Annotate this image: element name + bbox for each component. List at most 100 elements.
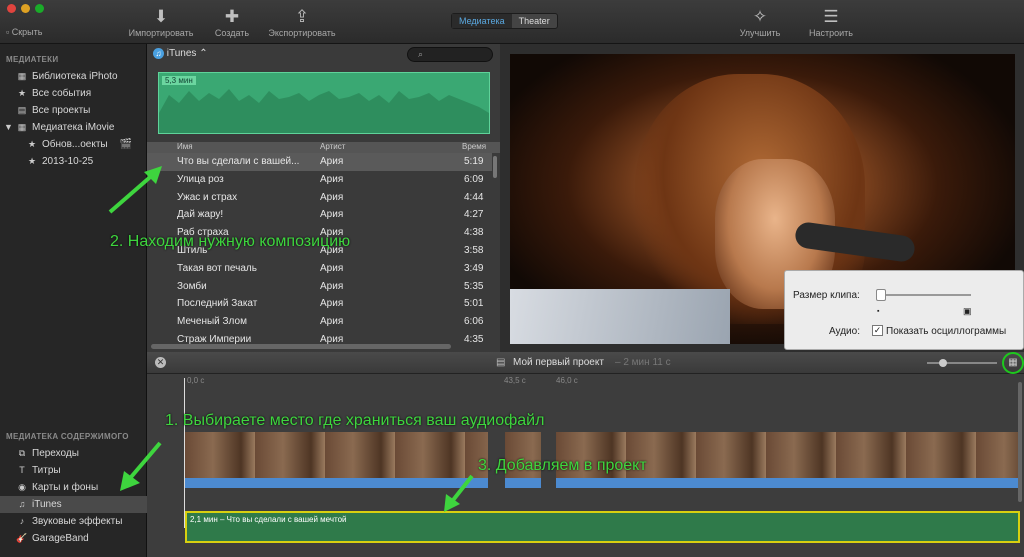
sidebar-item-imovie-library[interactable]: ▼ ▦ Медиатека iMovie (0, 119, 147, 136)
vertical-scrollbar[interactable] (493, 156, 497, 178)
music-track[interactable]: 2,1 мин – Что вы сделали с вашей мечтой (185, 511, 1020, 543)
column-time[interactable]: Время (462, 142, 486, 151)
minimize-window-button[interactable] (21, 4, 30, 13)
transitions-icon: ⧉ (18, 448, 26, 458)
sidebar-item-iphoto[interactable]: ▦ Библиотека iPhoto (0, 68, 147, 85)
song-name: Дай жару! (177, 209, 224, 221)
sidebar-item-garageband[interactable]: 🎸 GarageBand (0, 530, 147, 547)
clip-size-label: Размер клипа: (793, 290, 860, 301)
song-name: Улица роз (177, 173, 224, 185)
create-button[interactable]: ✚ Создать (211, 6, 253, 38)
sidebar-item-all-projects[interactable]: ▤ Все проекты (0, 102, 147, 119)
song-name: Последний Закат (177, 298, 258, 310)
timecode-43: 43,5 с (504, 376, 526, 385)
selected-song-waveform[interactable]: 5,3 мин (158, 72, 490, 134)
annotation-step-3: 3. Добавляем в проект (478, 457, 647, 474)
arrow-step-3 (444, 474, 474, 512)
sidebar-item-all-events[interactable]: ★ Все события (0, 85, 147, 102)
song-time: 6:06 (464, 316, 484, 328)
plus-icon: ✚ (224, 7, 240, 26)
improve-button[interactable]: ✧ Улучшить (736, 6, 784, 38)
song-artist: Ария (320, 262, 344, 274)
sidebar-item-updated-projects[interactable]: ★ Обнов...оекты 🎬 (0, 136, 147, 153)
waveform-checkbox-label: Показать осциллограммы (886, 326, 1007, 337)
large-thumb-icon: ▣ (963, 306, 972, 316)
project-title: Мой первый проект (513, 357, 604, 368)
itunes-icon: ♫ (153, 48, 164, 59)
song-row[interactable]: Такая вот печаль Ария 3:49 (147, 260, 492, 278)
clip-size-slider[interactable] (876, 289, 971, 301)
timeline-header: ✕ ▤ Мой первый проект – 2 мин 11 с ▦ (147, 352, 1024, 374)
small-thumb-icon: ▪ (877, 308, 880, 315)
zoom-window-button[interactable] (35, 4, 44, 13)
sidebar-item-itunes[interactable]: ♫ iTunes (0, 496, 147, 513)
itunes-icon: ♫ (18, 499, 26, 509)
import-button[interactable]: ⬇ Импортировать (128, 6, 194, 38)
view-switcher: Медиатека Theater (451, 13, 558, 29)
events-icon: ★ (17, 88, 27, 98)
star-icon: ★ (27, 156, 37, 166)
clip-audio-2 (505, 478, 541, 488)
libraries-header: МЕДИАТЕКИ (6, 55, 59, 64)
project-icon: ▤ (496, 357, 506, 368)
song-artist: Ария (320, 156, 344, 167)
titles-icon: T (19, 465, 25, 475)
export-button[interactable]: ⇪ Экспортировать (266, 6, 338, 38)
song-name: Что вы сделали с вашей... (177, 156, 300, 167)
song-row[interactable]: Улица роз Ария 6:09 (147, 171, 492, 189)
search-icon: ⌕ (418, 49, 424, 59)
photo-library-icon: ▦ (17, 71, 27, 81)
zoom-slider-thumb[interactable] (939, 359, 947, 367)
song-row[interactable]: Зомби Ария 5:35 (147, 278, 492, 296)
timeline-scrollbar[interactable] (1018, 382, 1022, 502)
column-name[interactable]: Имя (177, 142, 193, 151)
column-artist[interactable]: Артист (320, 142, 345, 151)
star-icon: ★ (27, 139, 37, 149)
projects-icon: ▤ (17, 105, 27, 115)
song-time: 4:38 (464, 227, 484, 239)
media-browser: ♫ iTunes ⌃ ⌕ 5,3 мин Имя Артист Время Чт… (147, 44, 500, 352)
song-row[interactable]: Меченый Злом Ария 6:06 (147, 313, 492, 331)
song-time: 5:19 (464, 156, 484, 167)
timeline: ✕ ▤ Мой первый проект – 2 мин 11 с ▦ 0,0… (147, 352, 1024, 557)
song-time: 3:58 (464, 245, 484, 256)
source-selector[interactable]: ♫ iTunes ⌃ (153, 48, 208, 59)
tab-theater[interactable]: Theater (512, 14, 557, 28)
song-time: 5:01 (464, 298, 484, 310)
song-name: Такая вот печаль (177, 262, 257, 274)
song-artist: Ария (320, 191, 344, 203)
download-icon: ⬇ (153, 7, 169, 26)
sound-effects-icon: ♪ (19, 516, 25, 526)
tab-library[interactable]: Медиатека (452, 14, 512, 28)
song-artist: Ария (320, 173, 344, 185)
content-library-header: МЕДИАТЕКА СОДЕРЖИМОГО (6, 432, 129, 441)
horizontal-scrollbar[interactable] (151, 344, 451, 349)
song-time: 4:35 (464, 334, 484, 345)
clip-settings-button[interactable]: ▦ (1002, 352, 1024, 374)
sidebar-item-sound-effects[interactable]: ♪ Звуковые эффекты (0, 513, 147, 530)
arrow-step-1 (120, 441, 162, 491)
annotation-step-2: 2. Находим нужную композицию (110, 233, 351, 250)
song-row[interactable]: Ужас и страх Ария 4:44 (147, 189, 492, 207)
close-icon[interactable]: ✕ (155, 357, 166, 368)
zoom-slider[interactable] (927, 359, 997, 367)
search-input[interactable]: ⌕ (407, 47, 493, 62)
song-row[interactable]: Что вы сделали с вашей... Ария 5:19 (147, 153, 492, 171)
hide-button[interactable]: ▫ Скрыть (6, 27, 42, 37)
disclosure-triangle-icon[interactable]: ▼ (4, 119, 13, 136)
song-name: Ужас и страх (177, 191, 238, 203)
audio-label: Аудио: (829, 326, 860, 337)
slider-thumb[interactable] (876, 289, 886, 301)
adjust-button[interactable]: ☰ Настроить (806, 6, 856, 38)
close-window-button[interactable] (7, 4, 16, 13)
sliders-icon: ☰ (823, 7, 839, 26)
song-row[interactable]: Дай жару! Ария 4:27 (147, 206, 492, 224)
music-clip-label: 2,1 мин – Что вы сделали с вашей мечтой (190, 515, 347, 524)
song-row[interactable]: Последний Закат Ария 5:01 (147, 295, 492, 313)
timecode-start: 0,0 с (187, 376, 205, 385)
song-time: 3:49 (464, 262, 484, 274)
toolbar: ▫ Скрыть ⬇ Импортировать ✚ Создать ⇪ Экспор… (0, 0, 1024, 44)
song-artist: Ария (320, 280, 344, 292)
waveform-checkbox[interactable]: ✓ (872, 325, 883, 336)
waveform-graphic (159, 89, 489, 133)
